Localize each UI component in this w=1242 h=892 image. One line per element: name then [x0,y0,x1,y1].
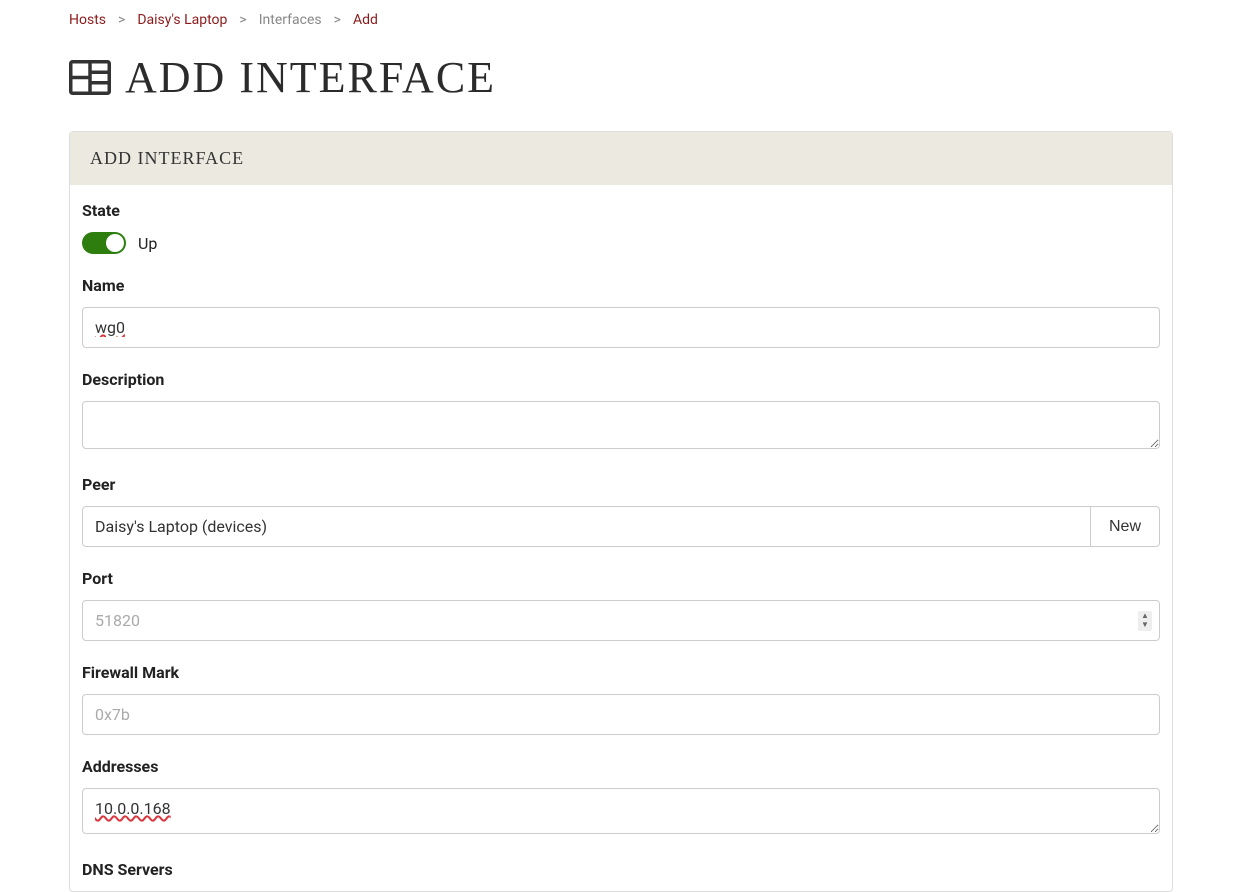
add-interface-panel: ADD INTERFACE State Up Name Description … [69,131,1173,892]
state-value-label: Up [138,234,157,253]
name-label: Name [82,276,1160,295]
addresses-textarea[interactable] [82,788,1160,834]
port-input[interactable] [82,600,1160,641]
name-input[interactable] [82,307,1160,348]
breadcrumb-interfaces: Interfaces [259,12,322,28]
page-title-row: ADD INTERFACE [69,52,1173,103]
peer-new-button[interactable]: New [1091,506,1160,547]
port-spinner[interactable]: ▲▼ [1138,611,1152,631]
state-label: State [82,201,1160,220]
port-label: Port [82,569,1160,588]
dashboard-icon [69,60,111,95]
dns-servers-label: DNS Servers [82,860,1160,879]
description-label: Description [82,370,1160,389]
breadcrumb-hosts-link[interactable]: Hosts [69,12,106,28]
peer-select[interactable]: Daisy's Laptop (devices) [82,506,1091,547]
firewall-mark-input[interactable] [82,694,1160,735]
breadcrumb-sep: > [118,12,125,28]
page-title: ADD INTERFACE [125,52,496,103]
peer-label: Peer [82,475,1160,494]
firewall-mark-label: Firewall Mark [82,663,1160,682]
addresses-label: Addresses [82,757,1160,776]
state-toggle[interactable] [82,232,126,254]
breadcrumb-sep: > [239,12,246,28]
breadcrumb: Hosts > Daisy's Laptop > Interfaces > Ad… [69,12,1173,28]
breadcrumb-current: Add [353,12,378,28]
breadcrumb-sep: > [334,12,341,28]
description-textarea[interactable] [82,401,1160,449]
panel-header: ADD INTERFACE [70,132,1172,185]
breadcrumb-host-link[interactable]: Daisy's Laptop [137,12,227,28]
